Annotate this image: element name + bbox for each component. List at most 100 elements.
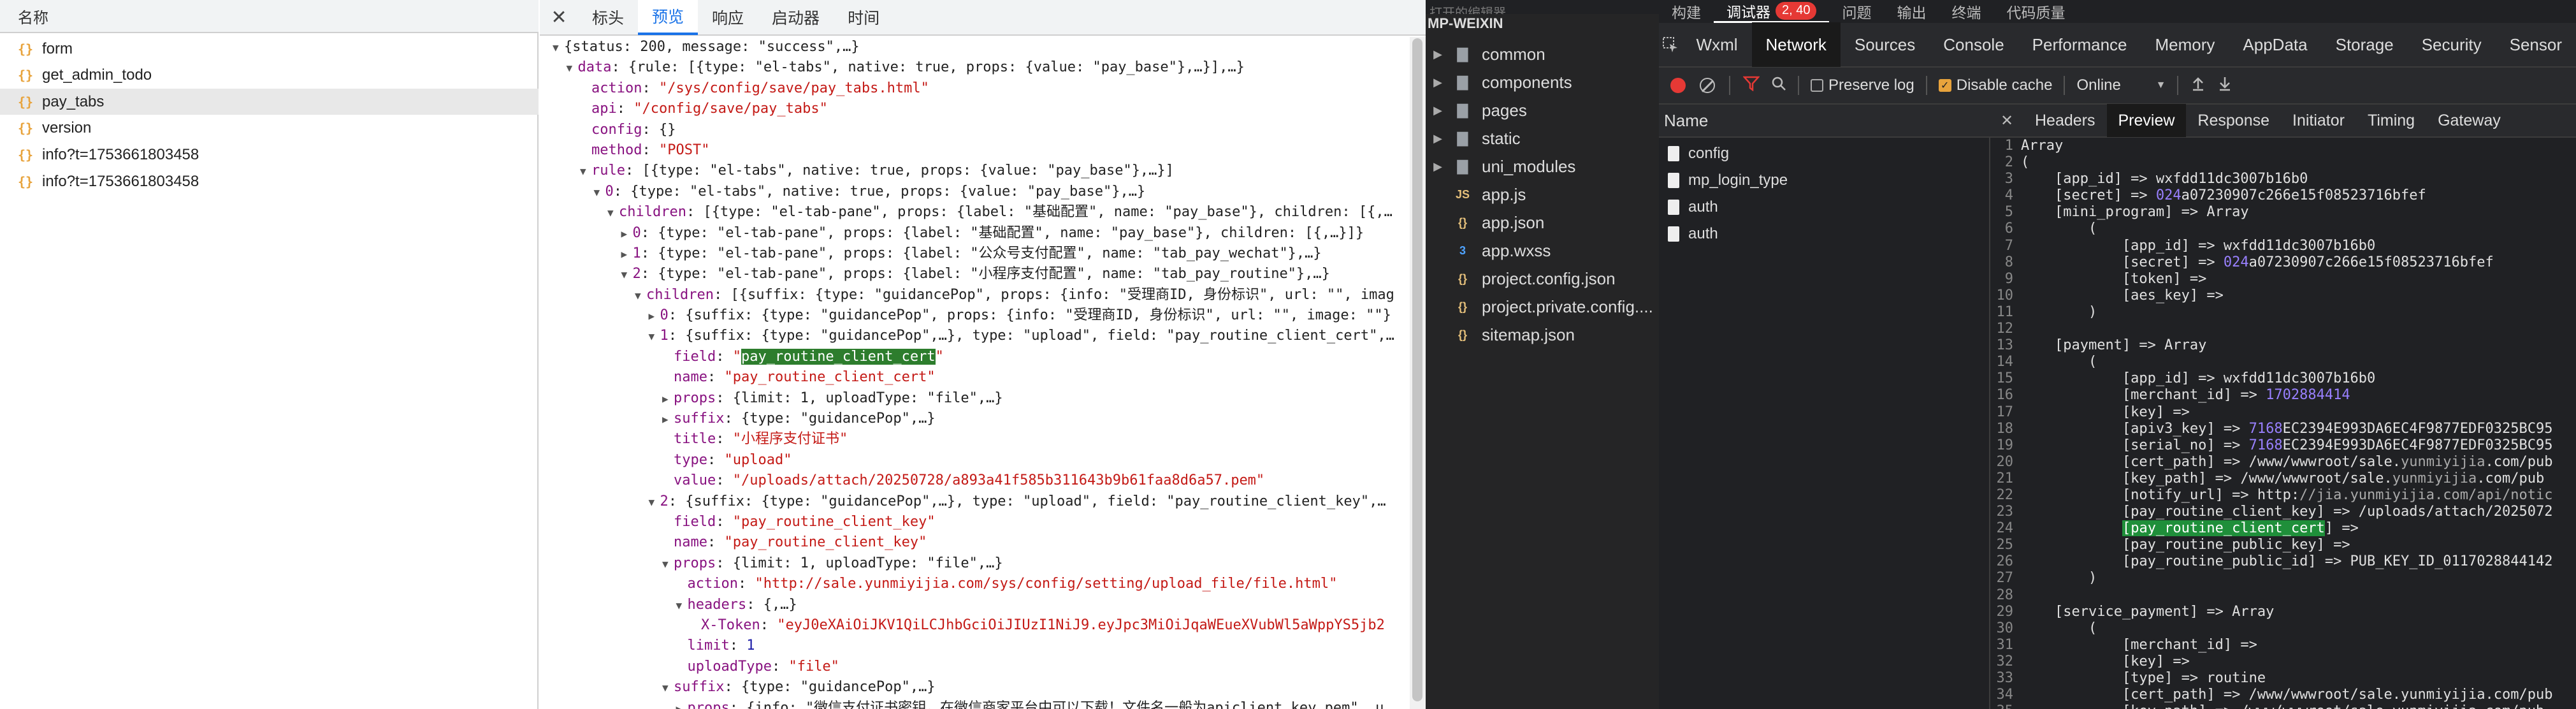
clear-icon[interactable] [1700,78,1715,93]
json-tree-line[interactable]: name: "pay_routine_client_cert" [540,367,1410,388]
expand-right-icon[interactable]: ▶ [621,224,633,244]
json-tree-line[interactable]: ▼ data: {rule: [{type: "el-tabs", native:… [540,57,1410,78]
expand-right-icon[interactable]: ▶ [662,409,674,430]
json-tree-line[interactable]: config: {} [540,120,1410,140]
expand-down-icon[interactable]: ▼ [594,182,605,203]
devtools-tab-memory[interactable]: Memory [2141,22,2229,67]
inspect-icon[interactable] [1659,22,1682,67]
json-tree-line[interactable]: limit: 1 [540,636,1410,656]
json-tree-line[interactable]: X-Token: "eyJ0eXAiOiJKV1QiLCJhbGciOiJIUz… [540,615,1410,636]
ide-tab-3[interactable]: 输出 [1884,0,1939,23]
expand-down-icon[interactable]: ▼ [662,554,674,574]
json-tree-line[interactable]: type: "upload" [540,450,1410,471]
devtools-tab-console[interactable]: Console [1929,22,2018,67]
network-request-row[interactable]: auth [1659,221,1990,247]
json-tree-line[interactable]: method: "POST" [540,140,1410,161]
disable-cache-label[interactable]: Disable cache [1957,77,2053,94]
request-row[interactable]: {} version [0,115,539,142]
network-request-row[interactable]: auth [1659,194,1990,221]
tab-response[interactable]: 响应 [698,0,758,35]
json-tree-line[interactable]: ▶ props: {limit: 1, uploadType: "file",…} [540,388,1410,409]
search-icon[interactable] [1771,76,1786,96]
ide-tab-5[interactable]: 代码质量 [1994,0,2078,23]
json-tree-line[interactable]: ▼ props: {limit: 1, uploadType: "file",…} [540,553,1410,574]
file-item-project-private-config-[interactable]: {} project.private.config.... [1426,293,1659,320]
expand-down-icon[interactable]: ▼ [567,58,578,78]
json-tree-line[interactable]: ▼ suffix: {type: "guidancePop",…} [540,677,1410,698]
json-tree-line[interactable]: value: "/uploads/attach/20250728/a893a41… [540,471,1410,491]
json-preview[interactable]: ▼ {status: 200, message: "success",…} ▼ dat… [540,37,1410,709]
json-tree-line[interactable]: ▼ 2: {suffix: {type: "guidancePop",…}, ty… [540,492,1410,512]
expand-down-icon[interactable]: ▼ [553,38,564,58]
expand-down-icon[interactable]: ▼ [649,326,660,347]
file-item-components[interactable]: ▶ ▇ components [1426,69,1659,96]
file-item-uni-modules[interactable]: ▶ ▇ uni_modules [1426,153,1659,180]
file-item-project-config-json[interactable]: {} project.config.json [1426,265,1659,292]
preserve-log-checkbox[interactable] [1811,79,1823,92]
request-row[interactable]: {} info?t=1753661803458 [0,168,539,194]
devtools-tab-storage[interactable]: Storage [2322,22,2408,67]
file-item-app-json[interactable]: {} app.json [1426,209,1659,236]
json-tree-line[interactable]: ▼ headers: {,…} [540,595,1410,615]
expand-down-icon[interactable]: ▼ [621,265,633,285]
network-name-header[interactable]: Name [1659,105,1990,138]
request-row[interactable]: {} form [0,36,539,62]
file-item-sitemap-json[interactable]: {} sitemap.json [1426,321,1659,348]
preview-scrollbar-thumb[interactable] [1412,38,1422,701]
expand-down-icon[interactable]: ▼ [607,203,619,223]
request-row[interactable]: {} pay_tabs [0,89,539,115]
devtools-tab-network[interactable]: Network [1751,22,1841,67]
preserve-log-label[interactable]: Preserve log [1828,77,1914,94]
name-column-header[interactable]: 名称 [0,0,539,33]
devtools-tab-security[interactable]: Security [2408,22,2496,67]
response-tab-gateway[interactable]: Gateway [2426,104,2512,137]
close-icon[interactable]: ✕ [1990,104,2023,137]
expand-down-icon[interactable]: ▼ [662,678,674,698]
expand-down-icon[interactable]: ▼ [649,492,660,513]
json-tree-line[interactable]: field: "pay_routine_client_cert" [540,347,1410,367]
json-tree-line[interactable]: ▶ 0: {type: "el-tab-pane", props: {label:… [540,223,1410,244]
devtools-tab-performance[interactable]: Performance [2018,22,2141,67]
json-tree-line[interactable]: ▶ 0: {suffix: {type: "guidancePop", props… [540,305,1410,326]
json-tree-line[interactable]: ▶ props: {info: "微信支付证书密钥，在微信商家平台中可以下载！文件… [540,698,1410,709]
json-tree-line[interactable]: ▼ rule: [{type: "el-tabs", native: true, … [540,161,1410,181]
chevron-right-icon[interactable]: ▶ [1426,48,1450,61]
tab-preview[interactable]: 预览 [638,0,698,35]
devtools-tab-appdata[interactable]: AppData [2229,22,2321,67]
response-tab-timing[interactable]: Timing [2356,104,2426,137]
expand-right-icon[interactable]: ▶ [649,306,660,326]
export-icon[interactable] [2218,76,2232,96]
expand-down-icon[interactable]: ▼ [676,596,688,616]
ide-tab-4[interactable]: 终端 [1939,0,1994,23]
chevron-right-icon[interactable]: ▶ [1426,76,1450,89]
json-tree-line[interactable]: ▼ {status: 200, message: "success",…} [540,37,1410,57]
response-tab-response[interactable]: Response [2186,104,2281,137]
json-tree-line[interactable]: action: "/sys/config/save/pay_tabs.html" [540,78,1410,99]
json-tree-line[interactable]: ▼ children: [{type: "el-tab-pane", props:… [540,202,1410,223]
tab-timing[interactable]: 时间 [834,0,894,35]
chevron-right-icon[interactable]: ▶ [1426,104,1450,117]
file-item-pages[interactable]: ▶ ▇ pages [1426,97,1659,124]
json-tree-line[interactable]: ▶ suffix: {type: "guidancePop",…} [540,409,1410,429]
devtools-tab-wxml[interactable]: Wxml [1682,22,1752,67]
tab-headers[interactable]: 标头 [578,0,638,35]
json-tree-line[interactable]: uploadType: "file" [540,657,1410,677]
devtools-tab-sensor[interactable]: Sensor [2496,22,2576,67]
tab-initiator[interactable]: 启动器 [758,0,834,35]
import-icon[interactable] [2191,76,2205,96]
network-request-row[interactable]: config [1659,140,1990,167]
expand-down-icon[interactable]: ▼ [635,286,646,306]
chevron-right-icon[interactable]: ▶ [1426,160,1450,173]
json-tree-line[interactable]: action: "http://sale.yunmiyijia.com/sys/… [540,574,1410,594]
file-item-static[interactable]: ▶ ▇ static [1426,125,1659,152]
network-request-row[interactable]: mp_login_type [1659,167,1990,194]
chevron-right-icon[interactable]: ▶ [1426,132,1450,145]
disable-cache-checkbox[interactable]: ✓ [1938,79,1951,92]
filter-icon[interactable] [1742,76,1760,96]
request-row[interactable]: {} get_admin_todo [0,62,539,89]
response-tab-initiator[interactable]: Initiator [2281,104,2356,137]
json-tree-line[interactable]: api: "/config/save/pay_tabs" [540,99,1410,119]
throttle-select[interactable]: Online ▼ [2076,77,2166,94]
json-tree-line[interactable]: ▼ children: [{suffix: {type: "guidancePop… [540,285,1410,305]
json-tree-line[interactable]: name: "pay_routine_client_key" [540,532,1410,553]
